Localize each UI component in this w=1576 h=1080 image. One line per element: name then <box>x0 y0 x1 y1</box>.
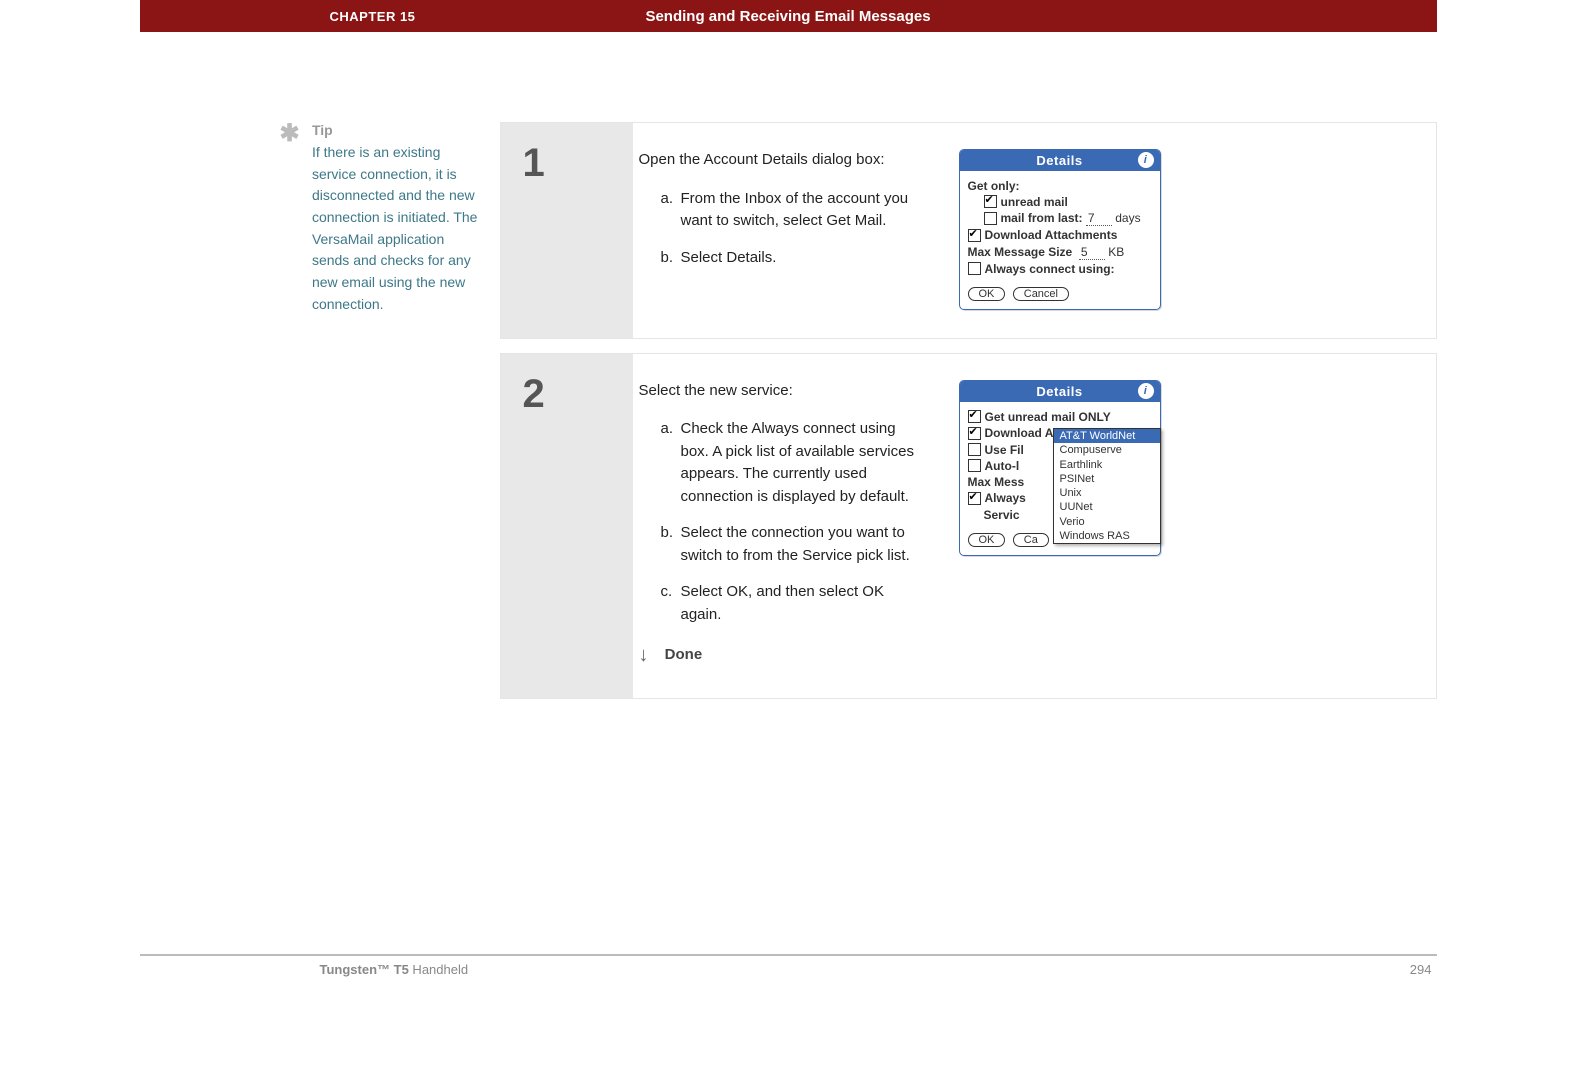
step-number: 1 <box>501 123 633 338</box>
always-label: Always <box>985 491 1026 505</box>
picklist-item[interactable]: AT&T WorldNet <box>1054 429 1160 443</box>
dialog-title: Details <box>1036 384 1082 399</box>
auto-checkbox[interactable] <box>968 459 981 472</box>
sub-text: Select the connection you want to switch… <box>681 522 921 567</box>
ok-button[interactable]: OK <box>968 287 1006 301</box>
page-title: Sending and Receiving Email Messages <box>645 8 930 25</box>
info-icon[interactable]: i <box>1138 152 1154 168</box>
use-filters-checkbox[interactable] <box>968 443 981 456</box>
max-mess-label: Max Mess <box>968 475 1025 489</box>
sub-label: b. <box>661 522 681 545</box>
tip-text: If there is an existing service connecti… <box>312 142 482 316</box>
picklist-item[interactable]: Compuserve <box>1054 443 1160 457</box>
header-bar: CHAPTER 15 Sending and Receiving Email M… <box>140 0 1437 32</box>
step-2-lead: Select the new service: <box>639 380 949 403</box>
step-1: 1 Open the Account Details dialog box: a… <box>500 122 1437 339</box>
always-checkbox[interactable] <box>968 492 981 505</box>
cancel-button[interactable]: Cancel <box>1013 287 1069 301</box>
picklist-item[interactable]: Earthlink <box>1054 458 1160 472</box>
dialog-title: Details <box>1036 153 1082 168</box>
max-message-size-unit: KB <box>1108 245 1124 259</box>
always-connect-label: Always connect using: <box>985 262 1115 276</box>
download-attachments-checkbox[interactable] <box>968 427 981 440</box>
max-message-size-label: Max Message Size <box>968 245 1073 259</box>
picklist-item[interactable]: Unix <box>1054 486 1160 500</box>
service-label: Servic <box>984 508 1020 522</box>
get-unread-only-checkbox[interactable] <box>968 410 981 423</box>
asterisk-icon: ✱ <box>280 122 308 146</box>
step-number: 2 <box>501 354 633 699</box>
use-filters-label: Use Fil <box>985 443 1024 457</box>
mail-from-last-unit: days <box>1115 211 1140 225</box>
main-content: 1 Open the Account Details dialog box: a… <box>490 122 1437 713</box>
ok-button[interactable]: OK <box>968 533 1006 547</box>
service-picklist[interactable]: AT&T WorldNet Compuserve Earthlink PSINe… <box>1053 428 1161 544</box>
unread-mail-checkbox[interactable] <box>984 195 997 208</box>
auto-label: Auto-l <box>985 459 1020 473</box>
picklist-item[interactable]: Windows RAS <box>1054 529 1160 543</box>
sub-label: b. <box>661 247 681 270</box>
down-arrow-icon: ↓ <box>639 640 661 670</box>
always-connect-checkbox[interactable] <box>968 262 981 275</box>
picklist-item[interactable]: Verio <box>1054 515 1160 529</box>
get-unread-only-label: Get unread mail ONLY <box>985 410 1111 424</box>
picklist-item[interactable]: UUNet <box>1054 500 1160 514</box>
done-label: Done <box>665 644 703 667</box>
tip-label: Tip <box>312 122 482 138</box>
product-name: Tungsten™ T5 Handheld <box>320 962 469 977</box>
sub-label: a. <box>661 188 681 211</box>
sub-text: From the Inbox of the account you want t… <box>681 188 921 233</box>
sub-text: Check the Always connect using box. A pi… <box>681 418 921 508</box>
info-icon[interactable]: i <box>1138 383 1154 399</box>
mail-from-last-checkbox[interactable] <box>984 212 997 225</box>
cancel-button-partial[interactable]: Ca <box>1013 533 1049 547</box>
mail-from-last-label: mail from last: <box>1001 211 1083 225</box>
step-2: 2 Select the new service: a.Check the Al… <box>500 353 1437 700</box>
page-number: 294 <box>1410 962 1432 977</box>
get-only-label: Get only: <box>968 179 1152 193</box>
sub-label: c. <box>661 581 681 604</box>
step-1-lead: Open the Account Details dialog box: <box>639 149 949 172</box>
sub-text: Select Details. <box>681 247 921 270</box>
picklist-item[interactable]: PSINet <box>1054 472 1160 486</box>
sub-label: a. <box>661 418 681 441</box>
download-attachments-checkbox[interactable] <box>968 229 981 242</box>
sub-text: Select OK, and then select OK again. <box>681 581 921 626</box>
mail-from-last-value[interactable]: 7 <box>1086 211 1112 226</box>
footer: Tungsten™ T5 Handheld 294 <box>140 954 1437 962</box>
unread-mail-label: unread mail <box>1001 195 1068 209</box>
chapter-label: CHAPTER 15 <box>330 9 416 24</box>
max-message-size-value[interactable]: 5 <box>1079 245 1105 260</box>
details-dialog-1: Details i Get only: unread mail mail from… <box>959 149 1161 310</box>
download-attachments-label: Download Attachments <box>985 228 1118 242</box>
sidebar-tip: ✱ Tip If there is an existing service co… <box>140 122 490 713</box>
